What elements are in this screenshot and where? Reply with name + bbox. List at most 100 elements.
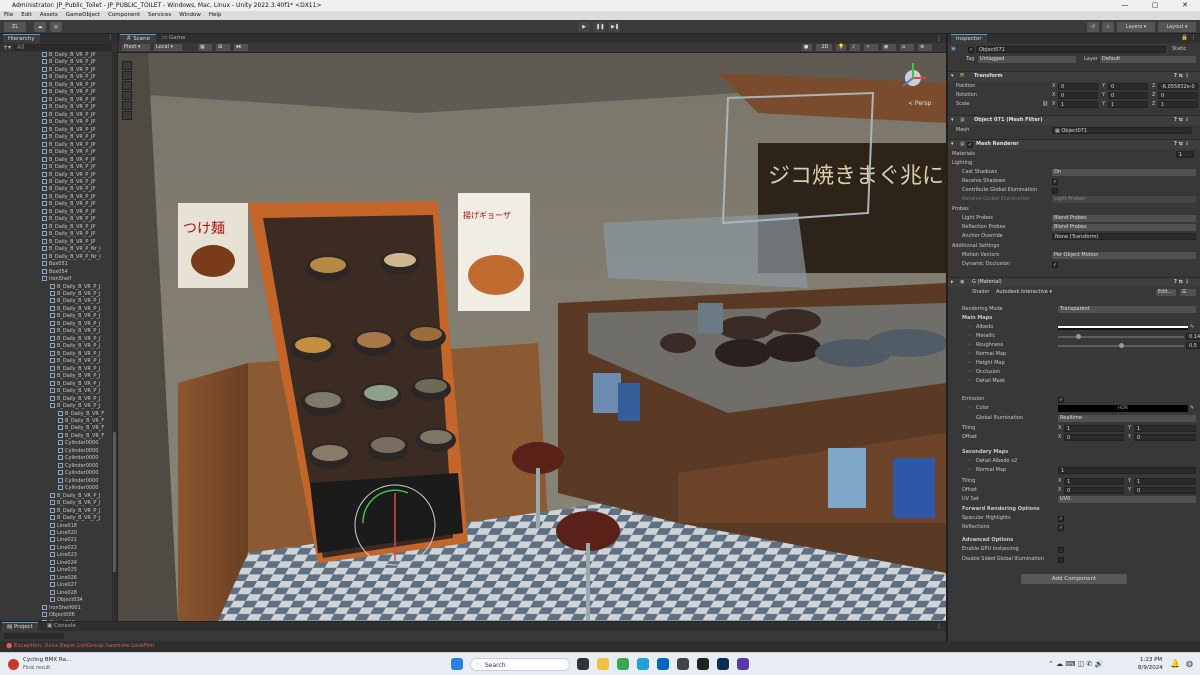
hierarchy-item[interactable]: B_Daily_B_VR_P_Nr_I xyxy=(0,253,112,261)
cloud-icon[interactable]: ☁ xyxy=(34,22,46,32)
rendering-mode-dropdown[interactable]: Transparent xyxy=(1058,306,1196,313)
tab-inspector[interactable]: Inspector xyxy=(951,34,987,44)
contribute-gi-checkbox[interactable] xyxy=(1052,188,1058,194)
layout-dropdown[interactable]: Layout ▾ xyxy=(1158,22,1196,32)
materials-count[interactable]: 1 xyxy=(1176,151,1194,158)
hidden-objects-icon[interactable]: ◉ xyxy=(882,44,896,51)
position-x-field[interactable]: 0 xyxy=(1058,83,1098,90)
hierarchy-item[interactable]: Cylinder0000 xyxy=(0,455,112,462)
mesh-field[interactable]: ▦ Object071 xyxy=(1052,127,1192,134)
scale-y-field[interactable]: 1 xyxy=(1108,101,1148,108)
tag-dropdown[interactable]: Untagged xyxy=(978,56,1076,63)
lighting-toggle-icon[interactable]: 💡 xyxy=(836,44,846,51)
copilot-icon[interactable]: ◍ xyxy=(1186,659,1193,668)
dynamic-occlusion-checkbox[interactable]: ✓ xyxy=(1052,262,1058,268)
hierarchy-scrollbar[interactable] xyxy=(112,52,117,621)
hierarchy-item[interactable]: B_Daily_B_VR_P_JP xyxy=(0,208,112,216)
search-icon[interactable]: ⌕ xyxy=(1102,22,1114,32)
pause-button[interactable]: ❚❚ xyxy=(593,22,605,32)
shader-dropdown[interactable]: Autodesk Interactive ▾ xyxy=(994,289,1154,296)
hierarchy-item[interactable]: Object034 xyxy=(0,597,112,604)
taskbar-search-box[interactable]: ⌕ Search xyxy=(470,658,570,671)
hierarchy-item[interactable]: Line027 xyxy=(0,582,112,589)
hierarchy-item[interactable]: Line025 xyxy=(0,567,112,574)
hierarchy-item[interactable]: B_Daily_B_VR_P_JP xyxy=(0,126,112,134)
hierarchy-item[interactable]: Cylinder0000 xyxy=(0,440,112,447)
hierarchy-item[interactable]: B_Daily_B_VR_P_JP xyxy=(0,238,112,246)
rotation-y-field[interactable]: 0 xyxy=(1108,92,1148,99)
hierarchy-item[interactable]: B_Daily_B_VR_P_JP xyxy=(0,96,112,104)
layers-dropdown[interactable]: Layers ▾ xyxy=(1117,22,1155,32)
shader-menu-icon[interactable]: ☰ xyxy=(1180,289,1196,296)
cast-shadows-dropdown[interactable]: On xyxy=(1052,169,1196,176)
hierarchy-item[interactable]: B_Daily_B_VR_P_J xyxy=(0,283,112,291)
reflection-probes-dropdown[interactable]: Blend Probes xyxy=(1052,224,1196,231)
add-component-button[interactable]: Add Component xyxy=(1021,574,1127,584)
position-y-field[interactable]: 0 xyxy=(1108,83,1148,90)
hierarchy-item[interactable]: B_Daily_B_VR_P_JP xyxy=(0,89,112,96)
hierarchy-item[interactable]: Line028 xyxy=(0,589,112,597)
hierarchy-item[interactable]: B_Daily_B_VR_P_JP xyxy=(0,164,112,171)
photoshop-icon[interactable] xyxy=(717,658,729,670)
shading-icon[interactable]: ● xyxy=(802,44,812,51)
menu-services[interactable]: Services xyxy=(148,11,171,20)
task-view-icon[interactable] xyxy=(577,658,589,670)
play-button[interactable]: ▶ xyxy=(578,22,590,32)
help-icon[interactable]: ? ⇆ ⋮ xyxy=(1174,140,1190,150)
help-icon[interactable]: ? ⇆ ⋮ xyxy=(1174,278,1190,288)
file-explorer-icon[interactable] xyxy=(597,658,609,670)
hierarchy-item[interactable]: B_Daily_B_VR_P_JP xyxy=(0,201,112,208)
step-button[interactable]: ▶❚ xyxy=(608,22,620,32)
gpu-instancing-checkbox[interactable] xyxy=(1058,547,1064,553)
hierarchy-item[interactable]: B_Daily_B_VR_P_JP xyxy=(0,134,112,141)
hierarchy-item[interactable]: B_Daily_B_VR_P_JP xyxy=(0,223,112,231)
mesh-renderer-header[interactable]: ▾ ▦ ✓ Mesh Renderer ? ⇆ ⋮ xyxy=(948,139,1200,149)
rotation-x-field[interactable]: 0 xyxy=(1058,92,1098,99)
unity-hub-icon[interactable] xyxy=(677,658,689,670)
offset-x-field[interactable]: 0 xyxy=(1064,434,1124,441)
hierarchy-item[interactable]: B_Daily_B_VR_P_J xyxy=(0,358,112,365)
scale-tool-icon[interactable] xyxy=(122,91,132,100)
tab-console[interactable]: ▣ Console xyxy=(42,622,81,631)
mesh-filter-header[interactable]: ▾ ▦ Object 071 (Mesh Filter) ? ⇆ ⋮ xyxy=(948,115,1200,125)
kebab-menu-icon[interactable]: ⋮ xyxy=(936,34,942,43)
app-icon[interactable] xyxy=(737,658,749,670)
hierarchy-item[interactable]: B_Daily_B_VR_P_JP xyxy=(0,81,112,89)
eyedropper-icon[interactable]: ✎ xyxy=(1190,404,1194,414)
hierarchy-item[interactable]: B_Daily_B_VR_P_J xyxy=(0,291,112,298)
hierarchy-item[interactable]: B_Daily_B_VR_P_JP xyxy=(0,216,112,223)
rotate-tool-icon[interactable] xyxy=(122,81,132,90)
collab-icon[interactable]: ◎ xyxy=(50,22,62,32)
secondary-offset-y[interactable]: 0 xyxy=(1134,487,1196,494)
status-bar[interactable]: ⬤ Exception: Xxxx.Bepin.ListGroup.hasmor… xyxy=(0,641,1200,652)
hierarchy-item[interactable]: B_Daily_B_VR_P_J xyxy=(0,395,112,403)
slider-handle[interactable] xyxy=(1118,343,1124,348)
emission-slot-icon[interactable]: ◦ xyxy=(968,404,971,414)
hierarchy-item[interactable]: B_Daily_B_VR_F xyxy=(0,425,112,432)
snap-icon[interactable]: ⧓ xyxy=(234,44,248,51)
project-search-input[interactable] xyxy=(4,633,64,639)
help-icon[interactable]: ? ⇆ ⋮ xyxy=(1174,116,1190,126)
kebab-menu-icon[interactable]: ⋮ xyxy=(936,622,942,631)
hierarchy-item[interactable]: B_Daily_B_VR_P_J xyxy=(0,515,112,522)
hierarchy-item[interactable]: B_Daily_B_VR_P_J xyxy=(0,313,112,320)
layer-dropdown[interactable]: Default xyxy=(1100,56,1196,63)
anchor-override-field[interactable]: None (Transform) xyxy=(1052,233,1196,240)
notification-bell-icon[interactable]: 🔔 xyxy=(1170,659,1180,668)
close-icon[interactable]: ✕ xyxy=(1170,0,1200,11)
hierarchy-item[interactable]: B_Daily_B_VR_P_JP xyxy=(0,193,112,201)
rotation-z-field[interactable]: 0 xyxy=(1158,92,1198,99)
hierarchy-item[interactable]: B_Daily_B_VR_P_Nr_I xyxy=(0,246,112,253)
material-header[interactable]: ▸ ● G (Material) ? ⇆ ⋮ xyxy=(948,277,1200,287)
hierarchy-item[interactable]: B_Daily_B_VR_P_J xyxy=(0,343,112,350)
global-illumination-dropdown[interactable]: Realtime xyxy=(1058,415,1196,422)
roughness-slider[interactable] xyxy=(1058,343,1184,348)
move-tool-icon[interactable] xyxy=(122,71,132,80)
gizmos-icon[interactable]: ⊕ xyxy=(918,44,932,51)
hierarchy-item[interactable]: Box054 xyxy=(0,268,112,276)
hierarchy-item[interactable]: Box051 xyxy=(0,261,112,268)
hierarchy-item[interactable]: B_Daily_B_VR_P_J xyxy=(0,500,112,507)
hierarchy-item[interactable]: B_Daily_B_VR_P_J xyxy=(0,328,112,335)
hierarchy-item[interactable]: B_Daily_B_VR_F xyxy=(0,417,112,425)
pivot-dropdown[interactable]: Pivot ▾ xyxy=(122,44,150,51)
